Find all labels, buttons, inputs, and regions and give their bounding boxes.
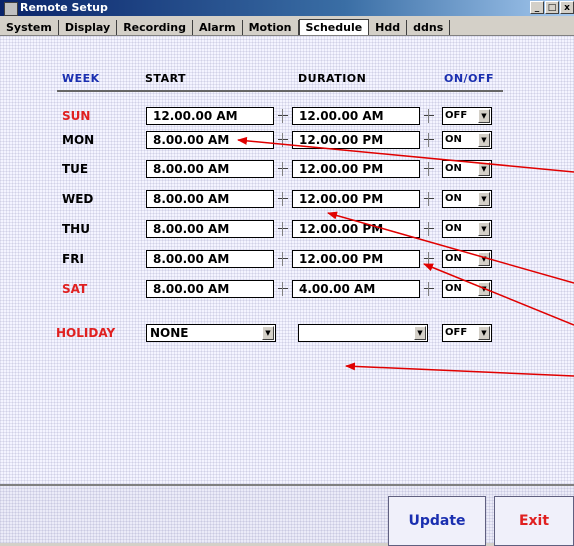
status-select[interactable]: OFF ▼	[442, 107, 492, 125]
schedule-row-fri: FRI 8.00.00 AM 12.00.00 PM ON ▼	[0, 249, 574, 271]
schedule-row-sat: SAT 8.00.00 AM 4.00.00 AM ON ▼	[0, 279, 574, 301]
start-time-field[interactable]: 12.00.00 AM	[146, 107, 274, 125]
tab-display[interactable]: Display	[59, 20, 118, 35]
chevron-down-icon[interactable]: ▼	[478, 162, 490, 176]
chevron-down-icon[interactable]: ▼	[478, 282, 490, 296]
tab-alarm[interactable]: Alarm	[193, 20, 243, 35]
duration-field[interactable]: 12.00.00 PM	[292, 220, 420, 238]
duration-header: DURATION	[298, 72, 367, 85]
chevron-down-icon[interactable]: ▼	[262, 326, 274, 340]
day-label: MON	[62, 133, 95, 147]
holiday-start-value: NONE	[150, 326, 189, 340]
exit-button[interactable]: Exit	[494, 496, 574, 546]
start-time-field[interactable]: 8.00.00 AM	[146, 280, 274, 298]
holiday-label: HOLIDAY	[56, 326, 116, 340]
duration-field[interactable]: 4.00.00 AM	[292, 280, 420, 298]
duration-field[interactable]: 12.00.00 AM	[292, 107, 420, 125]
start-time-spinner[interactable]	[276, 160, 290, 178]
schedule-row-tue: TUE 8.00.00 AM 12.00.00 PM ON ▼	[0, 159, 574, 181]
tab-system[interactable]: System	[0, 20, 59, 35]
update-button[interactable]: Update	[388, 496, 486, 546]
start-header: START	[145, 72, 187, 85]
schedule-row-thu: THU 8.00.00 AM 12.00.00 PM ON ▼	[0, 219, 574, 241]
chevron-down-icon[interactable]: ▼	[478, 133, 490, 147]
start-time-field[interactable]: 8.00.00 AM	[146, 160, 274, 178]
start-time-field[interactable]: 8.00.00 AM	[146, 190, 274, 208]
schedule-row-mon: MON 8.00.00 AM 12.00.00 PM ON ▼	[0, 130, 574, 152]
window-title: Remote Setup	[20, 1, 108, 14]
footer-bar	[0, 484, 574, 543]
tab-schedule[interactable]: Schedule	[298, 19, 370, 35]
day-label: TUE	[62, 162, 89, 176]
duration-spinner[interactable]	[422, 107, 436, 125]
day-label: SAT	[62, 282, 88, 296]
status-value: ON	[445, 193, 462, 204]
chevron-down-icon[interactable]: ▼	[478, 326, 490, 340]
header-divider	[57, 90, 503, 92]
minimize-button[interactable]: _	[530, 1, 544, 14]
holiday-start-select[interactable]: NONE	[146, 324, 276, 342]
tab-bar: System Display Recording Alarm Motion Sc…	[0, 17, 574, 36]
start-time-field[interactable]: 8.00.00 AM	[146, 131, 274, 149]
status-value: ON	[445, 253, 462, 264]
start-time-field[interactable]: 8.00.00 AM	[146, 220, 274, 238]
status-select[interactable]: ON ▼	[442, 190, 492, 208]
duration-spinner[interactable]	[422, 190, 436, 208]
holiday-status-select[interactable]: OFF ▼	[442, 324, 492, 342]
start-time-spinner[interactable]	[276, 190, 290, 208]
duration-field[interactable]: 12.00.00 PM	[292, 190, 420, 208]
maximize-button[interactable]: □	[545, 1, 559, 14]
status-value: OFF	[445, 327, 468, 338]
duration-spinner[interactable]	[422, 280, 436, 298]
start-time-spinner[interactable]	[276, 131, 290, 149]
onoff-header: ON/OFF	[444, 72, 494, 85]
status-select[interactable]: ON ▼	[442, 220, 492, 238]
status-value: ON	[445, 223, 462, 234]
duration-field[interactable]: 12.00.00 PM	[292, 160, 420, 178]
status-value: ON	[445, 283, 462, 294]
status-value: OFF	[445, 110, 468, 121]
status-select[interactable]: ON ▼	[442, 250, 492, 268]
title-bar: Remote Setup _ □ x	[0, 0, 574, 16]
tab-ddns[interactable]: ddns	[407, 20, 451, 35]
close-button[interactable]: x	[560, 1, 574, 14]
start-time-spinner[interactable]	[276, 220, 290, 238]
schedule-row-sun: SUN 12.00.00 AM 12.00.00 AM OFF ▼	[0, 106, 574, 128]
chevron-down-icon[interactable]: ▼	[414, 326, 426, 340]
holiday-row: HOLIDAY NONE ▼ ▼ OFF ▼	[0, 323, 574, 345]
chevron-down-icon[interactable]: ▼	[478, 222, 490, 236]
duration-spinner[interactable]	[422, 250, 436, 268]
duration-spinner[interactable]	[422, 220, 436, 238]
day-label: FRI	[62, 252, 84, 266]
chevron-down-icon[interactable]: ▼	[478, 252, 490, 266]
status-select[interactable]: ON ▼	[442, 160, 492, 178]
status-select[interactable]: ON ▼	[442, 131, 492, 149]
duration-spinner[interactable]	[422, 160, 436, 178]
start-time-field[interactable]: 8.00.00 AM	[146, 250, 274, 268]
chevron-down-icon[interactable]: ▼	[478, 192, 490, 206]
duration-field[interactable]: 12.00.00 PM	[292, 131, 420, 149]
tab-recording[interactable]: Recording	[117, 20, 193, 35]
start-time-spinner[interactable]	[276, 280, 290, 298]
tab-hdd[interactable]: Hdd	[369, 20, 408, 35]
holiday-duration-select[interactable]	[298, 324, 428, 342]
chevron-down-icon[interactable]: ▼	[478, 109, 490, 123]
day-label: WED	[62, 192, 94, 206]
start-time-spinner[interactable]	[276, 250, 290, 268]
status-value: ON	[445, 134, 462, 145]
schedule-row-wed: WED 8.00.00 AM 12.00.00 PM ON ▼	[0, 189, 574, 211]
duration-field[interactable]: 12.00.00 PM	[292, 250, 420, 268]
tab-motion[interactable]: Motion	[243, 20, 299, 35]
day-label: THU	[62, 222, 90, 236]
status-value: ON	[445, 163, 462, 174]
day-label: SUN	[62, 109, 91, 123]
duration-spinner[interactable]	[422, 131, 436, 149]
app-icon	[4, 2, 18, 16]
status-select[interactable]: ON ▼	[442, 280, 492, 298]
start-time-spinner[interactable]	[276, 107, 290, 125]
week-header: WEEK	[62, 72, 100, 85]
